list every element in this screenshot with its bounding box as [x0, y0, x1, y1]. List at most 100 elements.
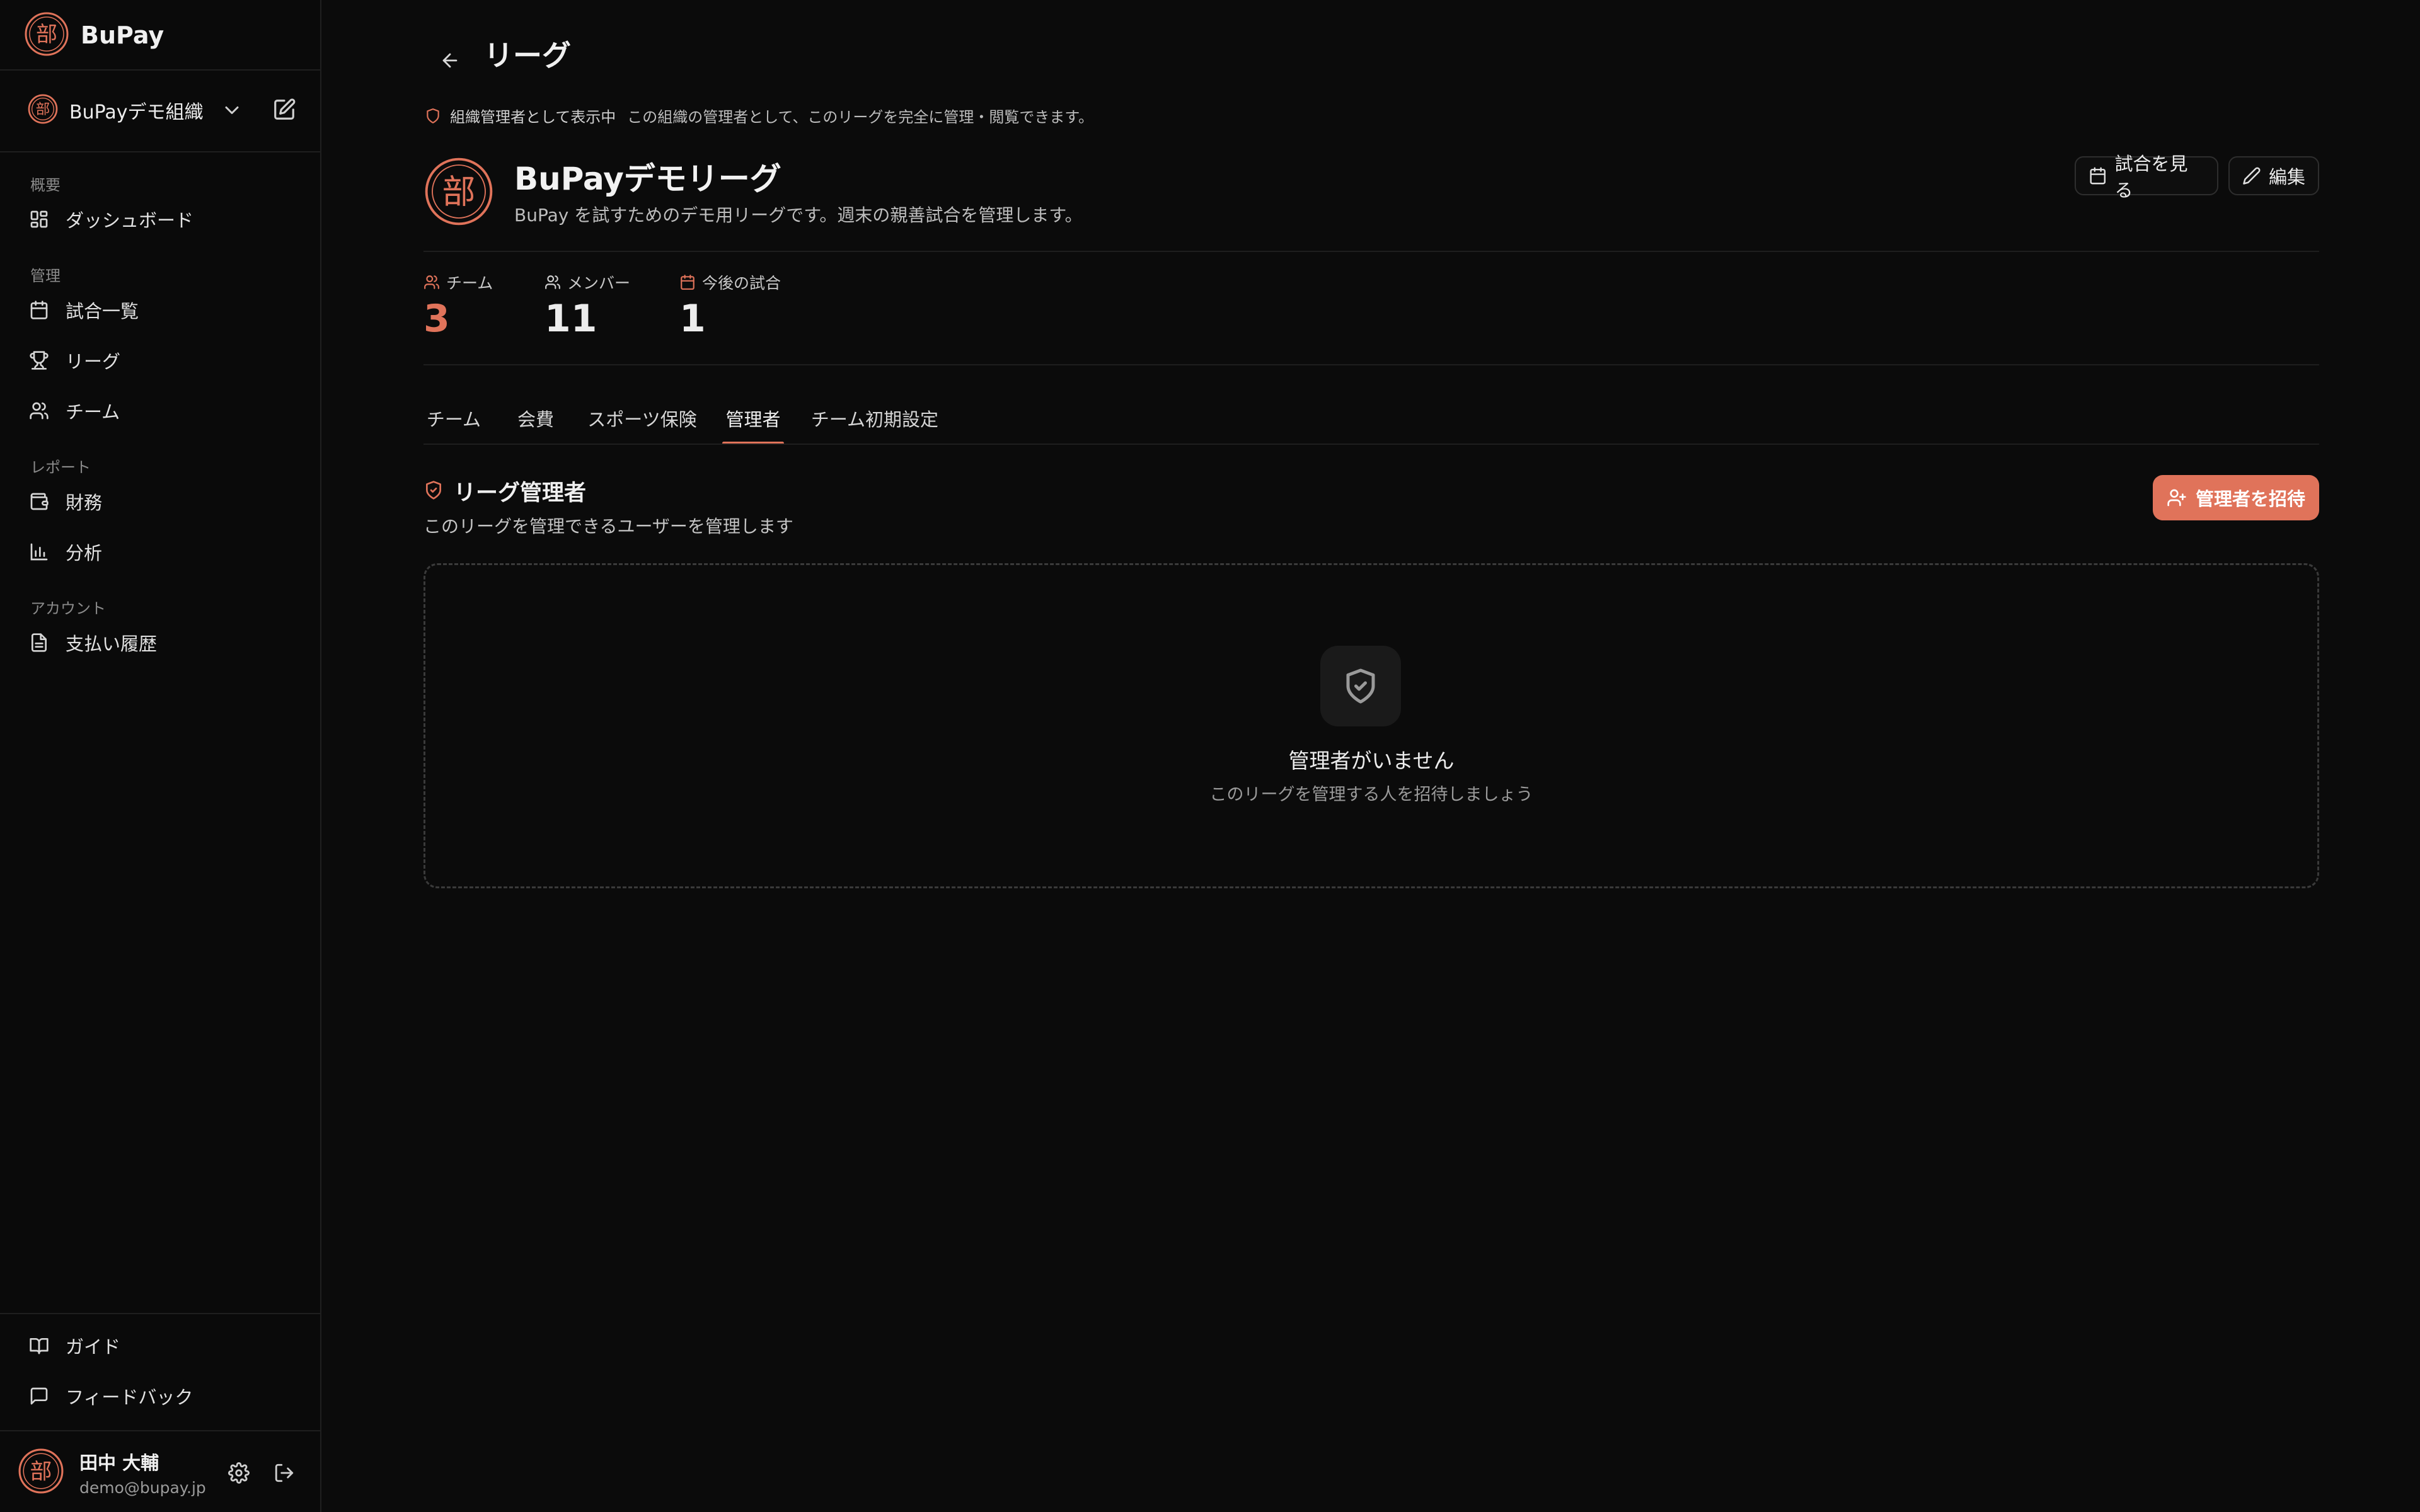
user-name: 田中 大輔 — [79, 1452, 159, 1474]
sidebar-item-label: ダッシュボード — [66, 210, 194, 231]
stat-label: チーム — [424, 271, 493, 294]
users-icon — [30, 402, 49, 420]
brand-name: BuPay — [81, 21, 164, 49]
app-root: 部 BuPay 部 BuPayデモ組織 概要 ダッシュボード 管理 試合一覧 リ… — [0, 0, 2420, 1512]
dashboard-icon — [30, 210, 48, 228]
sidebar-item-feedback[interactable]: フィードバック — [29, 1377, 294, 1415]
section-description: このリーグを管理できるユーザーを管理します — [424, 516, 793, 537]
league-description: BuPay を試すためのデモ用リーグです。週末の親善試合を管理します。 — [514, 205, 1083, 226]
user-email: demo@bupay.jp — [79, 1478, 206, 1497]
tab-teams[interactable]: チーム — [424, 392, 484, 445]
sidebar-divider — [0, 151, 320, 152]
stats-divider — [424, 364, 2319, 365]
receipt-icon — [32, 633, 47, 652]
arrow-left-icon — [442, 53, 458, 68]
stat-label: メンバー — [544, 271, 630, 294]
sidebar-item-label: チーム — [66, 401, 120, 423]
league-tabs: チーム 会費 スポーツ保険 管理者 チーム初期設定 — [424, 392, 2319, 445]
tab-sports-insurance[interactable]: スポーツ保険 — [584, 392, 701, 445]
sidebar-divider — [0, 69, 320, 71]
invite-admin-button[interactable]: 管理者を招待 — [2153, 475, 2319, 520]
users-icon — [545, 275, 560, 289]
empty-state-icon-container — [1320, 646, 1401, 726]
settings-gear-icon[interactable] — [228, 1462, 250, 1486]
page-title: リーグ — [484, 38, 571, 72]
bar-chart-icon — [30, 543, 48, 561]
sidebar-item-label: リーグ — [66, 351, 121, 372]
chevron-down-icon[interactable] — [221, 99, 243, 124]
tab-team-defaults[interactable]: チーム初期設定 — [809, 392, 940, 445]
admin-view-notice: 組織管理者として表示中 この組織の管理者として、このリーグを完全に管理・閲覧でき… — [425, 105, 1093, 127]
tab-fees[interactable]: 会費 — [512, 392, 560, 445]
svg-text:部: 部 — [36, 101, 50, 118]
sidebar-item-finance[interactable]: 財務 — [29, 483, 294, 520]
sidebar-item-label: フィードバック — [66, 1387, 193, 1408]
svg-text:部: 部 — [30, 1459, 52, 1484]
nav-section-label: 概要 — [30, 176, 60, 194]
sidebar-item-label: ガイド — [66, 1336, 121, 1358]
sidebar-item-label: 財務 — [66, 492, 103, 513]
nav-section-label: アカウント — [30, 600, 106, 617]
sidebar-item-guide[interactable]: ガイド — [29, 1327, 294, 1365]
sidebar-item-analytics[interactable]: 分析 — [29, 533, 294, 571]
sidebar-item-label: 支払い履歴 — [66, 633, 158, 655]
sidebar-item-label: 試合一覧 — [66, 301, 139, 322]
stat-upcoming-matches: 今後の試合 1 — [679, 271, 781, 338]
org-logo-icon: 部 — [28, 94, 58, 127]
wallet-icon — [30, 493, 49, 510]
notice-label: 組織管理者として表示中 — [450, 108, 616, 126]
calendar-icon — [2090, 167, 2106, 185]
user-plus-icon — [2167, 489, 2186, 507]
main-content: リーグ 組織管理者として表示中 この組織の管理者として、このリーグを完全に管理・… — [321, 0, 2420, 1512]
shield-check-icon — [1346, 668, 1375, 704]
sidebar-item-label: 分析 — [66, 542, 103, 564]
tab-admins[interactable]: 管理者 — [722, 392, 784, 445]
svg-text:部: 部 — [442, 173, 476, 212]
user-card: 部 田中 大輔 demo@bupay.jp — [18, 1444, 308, 1501]
shield-icon — [427, 108, 439, 123]
edit-label: 編集 — [2269, 166, 2306, 188]
shield-check-icon — [424, 480, 444, 503]
org-name: BuPayデモ組織 — [69, 101, 204, 123]
trophy-icon — [30, 351, 49, 370]
sidebar-item-teams[interactable]: チーム — [29, 392, 294, 430]
header-divider — [424, 251, 2319, 252]
stat-members: メンバー 11 — [544, 271, 630, 338]
tabs-border — [424, 444, 2319, 445]
book-icon — [30, 1338, 49, 1354]
message-icon — [30, 1387, 48, 1405]
empty-state-title: 管理者がいません — [1288, 748, 1455, 773]
sidebar-item-payment-history[interactable]: 支払い履歴 — [29, 624, 294, 662]
stat-value: 1 — [679, 297, 706, 341]
user-info: 田中 大輔 demo@bupay.jp — [79, 1448, 206, 1497]
section-title: リーグ管理者 — [454, 481, 587, 506]
stat-teams: チーム 3 — [424, 271, 493, 338]
empty-state-subtitle: このリーグを管理する人を招待しましょう — [1209, 785, 1533, 805]
empty-state: 管理者がいません このリーグを管理する人を招待しましょう — [424, 563, 2319, 888]
edit-org-icon[interactable] — [272, 98, 296, 124]
edit-button[interactable]: 編集 — [2228, 156, 2319, 195]
brand-logo-icon: 部 — [24, 11, 69, 59]
league-name: BuPayデモリーグ — [514, 161, 781, 197]
sidebar-item-league[interactable]: リーグ — [29, 341, 294, 379]
stat-value: 3 — [424, 297, 450, 341]
view-matches-button[interactable]: 試合を見る — [2075, 153, 2218, 201]
stat-label-text: 今後の試合 — [702, 274, 781, 292]
org-switcher[interactable]: 部 BuPayデモ組織 — [28, 91, 300, 130]
brand[interactable]: 部 BuPay — [24, 11, 164, 59]
stat-value: 11 — [544, 297, 597, 341]
stat-label: 今後の試合 — [679, 271, 781, 294]
sidebar-item-matches[interactable]: 試合一覧 — [29, 291, 294, 329]
back-button[interactable] — [430, 40, 470, 81]
users-icon — [424, 275, 439, 289]
stat-label-text: メンバー — [567, 274, 631, 292]
sidebar-item-dashboard[interactable]: ダッシュボード — [29, 200, 294, 238]
sidebar-divider — [0, 1430, 320, 1431]
stat-label-text: チーム — [446, 274, 493, 292]
notice-text: この組織の管理者として、このリーグを完全に管理・閲覧できます。 — [627, 108, 1093, 126]
avatar[interactable]: 部 — [18, 1448, 64, 1497]
invite-admin-label: 管理者を招待 — [2195, 488, 2305, 510]
logout-icon[interactable] — [274, 1462, 295, 1486]
nav-section-label: 管理 — [30, 267, 60, 285]
pencil-icon — [2243, 167, 2261, 185]
